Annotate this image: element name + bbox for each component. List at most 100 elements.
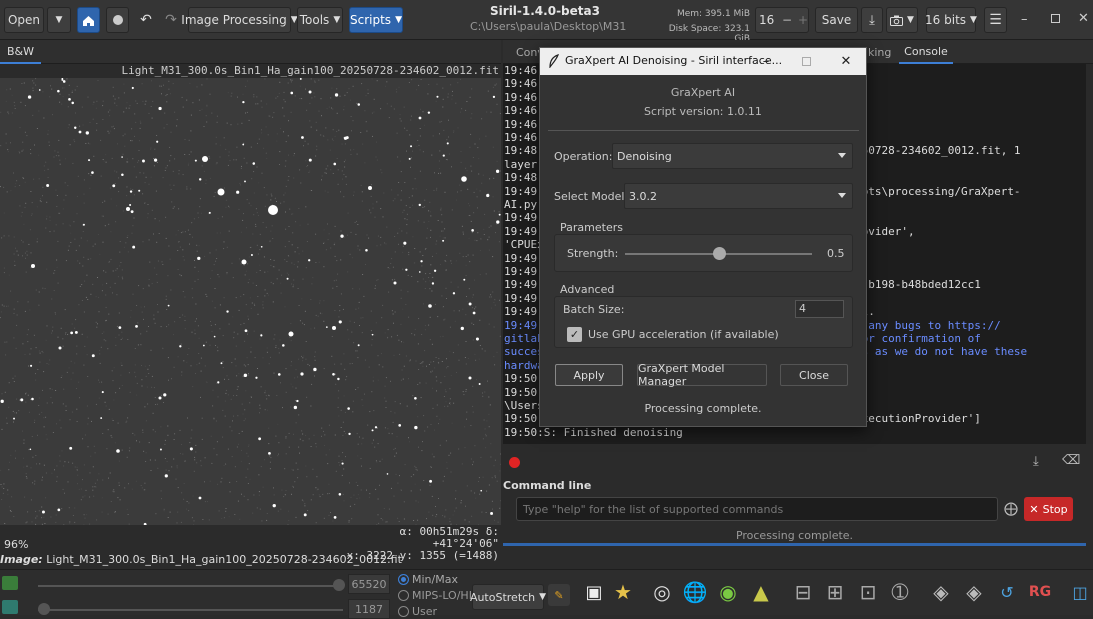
operation-value: Denoising [617,150,672,163]
high-slider-track[interactable] [38,585,343,587]
color-picker-icon[interactable]: ✎ [548,584,570,606]
save-as-button[interactable]: ⤓ [861,7,883,33]
home-button[interactable] [77,7,100,33]
dialog-close-icon[interactable]: ✕ [836,51,856,71]
star [282,344,285,347]
low-slider-handle[interactable] [38,603,50,615]
rotate-icon[interactable]: ↺ [995,580,1019,604]
radio-user[interactable] [398,606,409,617]
console-line: 19:49: [504,211,544,224]
dropdown-arrow-icon [838,193,846,198]
histogram-icon[interactable] [2,576,18,590]
image-processing-menu[interactable]: Image Processing▼ [188,7,291,33]
mirror-x-icon[interactable]: ◈ [929,580,953,604]
star-catalog-icon[interactable]: ★ [611,580,635,604]
siril-feather-icon [548,54,560,68]
zoom-100-icon[interactable]: ➀ [888,580,912,604]
star [156,141,158,143]
radio-mips[interactable] [398,590,409,601]
scripts-menu[interactable]: Scripts▼ [349,7,403,33]
star [253,162,256,165]
star [121,174,124,177]
high-value-field[interactable]: 65520 [348,574,390,594]
high-slider-handle[interactable] [333,579,345,591]
gpu-checkbox[interactable]: ✓ [567,327,582,342]
model-select[interactable]: 3.0.2 [624,183,853,209]
tab-bw[interactable]: B&W [0,40,41,64]
split-view-icon[interactable]: ◫ [1068,580,1092,604]
command-line-input[interactable]: Type "help" for the list of supported co… [516,497,998,521]
dialog-minimize-icon[interactable]: – [756,51,776,71]
color-tool-icon[interactable] [2,600,18,614]
threads-spinner[interactable]: 16 − + [755,7,809,33]
image-canvas[interactable] [0,78,501,525]
star [368,186,372,190]
annotate-globe-icon[interactable]: 🌐 [683,580,707,604]
star [405,269,407,271]
save-button[interactable]: Save [815,7,858,33]
stretch-mode-select[interactable]: AutoStretch▼ [472,584,544,610]
operation-select[interactable]: Denoising [612,143,853,169]
snapshot-button[interactable]: ▼ [886,7,918,33]
strength-slider-handle[interactable] [713,247,726,260]
open-button[interactable]: Open [4,7,44,33]
main-menu-button[interactable]: ☰ [984,7,1007,33]
save-log-icon[interactable]: ⤓ [1033,454,1039,469]
livestack-button[interactable] [106,7,129,33]
apply-button[interactable]: Apply [555,364,623,386]
star [333,163,336,166]
plus-icon[interactable]: + [798,13,808,27]
tools-menu[interactable]: Tools▼ [297,7,343,33]
threads-value: 16 [759,13,774,27]
photometry-icon[interactable]: ◎ [650,580,674,604]
batch-size-input[interactable]: 4 [795,300,844,318]
rgb-align-icon[interactable]: RG [1028,580,1052,604]
psf-icon[interactable]: ▲ [749,580,773,604]
low-slider-track[interactable] [38,609,343,611]
target-icon[interactable]: ◉ [716,580,740,604]
clear-log-icon[interactable]: ⌫ [1062,453,1080,468]
tab-stacking[interactable]: king [868,40,891,64]
fit-window-icon[interactable]: ▣ [582,580,606,604]
redo-button[interactable]: ↷ [160,7,182,33]
star [179,345,181,347]
undo-button[interactable]: ↶ [135,7,157,33]
stop-button[interactable]: ✕Stop [1024,497,1073,521]
close-icon[interactable]: ✕ [1078,11,1089,26]
low-value-field[interactable]: 1187 [348,599,390,619]
dialog-close-button[interactable]: Close [780,364,848,386]
zoom-fit-icon[interactable]: ⊡ [856,580,880,604]
star [70,332,73,335]
minimize-icon[interactable]: – [1021,12,1028,27]
console-toolbar: ⤓ ⌫ [503,448,1093,476]
model-manager-button[interactable]: GraXpert Model Manager [637,364,767,386]
zoom-in-icon[interactable]: ⊞ [823,580,847,604]
star [309,91,312,94]
console-line: 19:49: [504,265,544,278]
command-help-icon[interactable]: ⨁ [1001,497,1021,521]
tab-console[interactable]: Console [899,40,953,64]
dialog-titlebar[interactable]: GraXpert AI Denoising - Siril interface.… [540,48,866,75]
recent-files-button[interactable]: ▼ [47,7,71,33]
dialog-maximize-icon[interactable] [796,51,816,71]
record-icon [113,15,123,25]
console-scrollbar[interactable] [1086,64,1093,444]
minus-icon[interactable]: − [782,13,792,27]
maximize-icon[interactable] [1051,14,1060,23]
star [480,490,482,492]
star [289,332,294,337]
star [471,229,474,232]
star [202,156,208,162]
bit-depth-menu[interactable]: 16 bits▼ [926,7,976,33]
star [158,107,161,110]
zoom-out-icon[interactable]: ⊟ [791,580,815,604]
console-line: 19:49: [504,292,544,305]
star [61,79,63,81]
operation-label: Operation: [554,150,612,163]
star [42,510,45,513]
bit-depth-label: 16 bits [925,13,966,27]
star [442,240,444,242]
star [326,326,328,328]
mirror-y-icon[interactable]: ◈ [962,580,986,604]
radio-minmax[interactable] [398,574,409,585]
